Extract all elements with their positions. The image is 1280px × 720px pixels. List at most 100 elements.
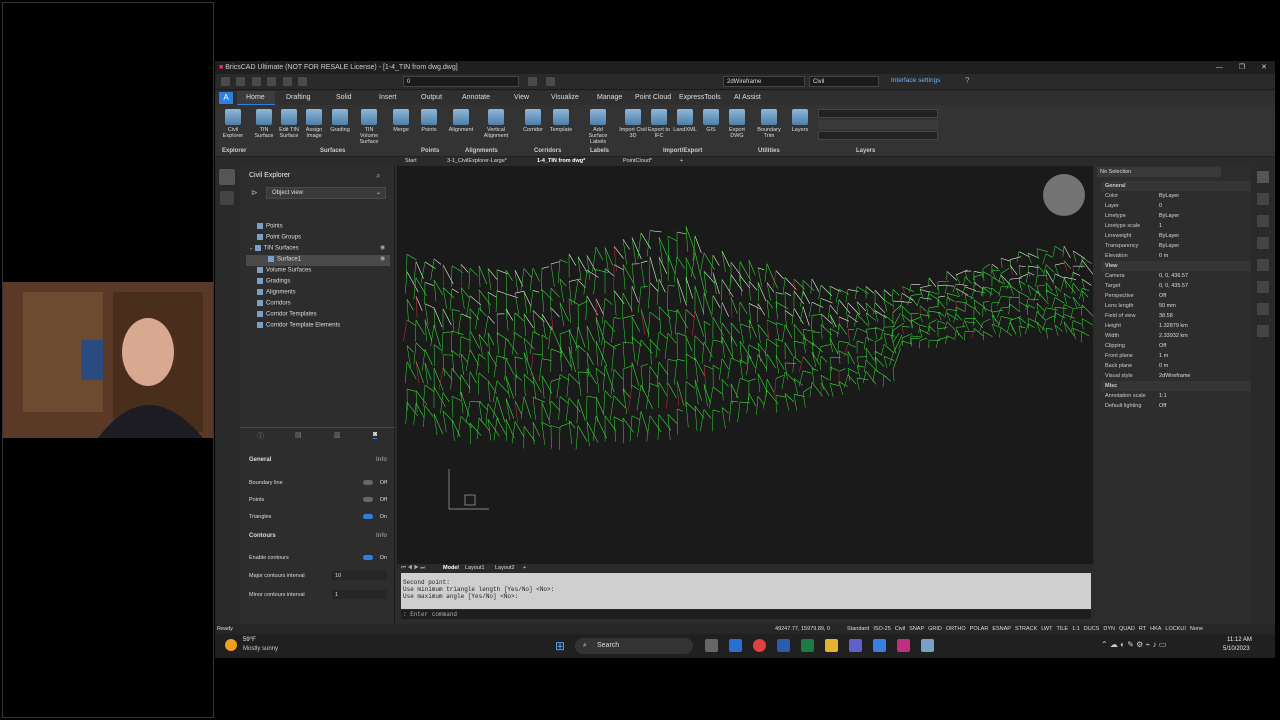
bricscad-icon[interactable] (873, 639, 886, 652)
tree-item-tin-surfaces[interactable]: ⌄ TIN Surfaces (249, 245, 299, 252)
alignment-button[interactable]: Alignment (447, 109, 475, 133)
tab-output[interactable]: Output (421, 91, 442, 105)
status-toggle[interactable]: SNAP (909, 626, 924, 632)
minimize-icon[interactable]: — (1216, 61, 1223, 74)
property-value[interactable]: ByLayer (1159, 241, 1179, 251)
workspace-combo[interactable]: Civil (809, 76, 879, 87)
status-toggle[interactable]: ESNAP (992, 626, 1011, 632)
tree-item-points[interactable]: Points (257, 223, 283, 230)
properties-panel-icon[interactable] (1257, 171, 1269, 183)
status-toggle[interactable]: DUCS (1084, 626, 1100, 632)
display-tab-icon[interactable]: ◙ (373, 431, 378, 439)
major-interval-input[interactable]: 10 (332, 571, 387, 580)
status-toggle[interactable]: LWT (1041, 626, 1052, 632)
status-toggle[interactable]: LOCKUI (1165, 626, 1185, 632)
property-value[interactable]: 1 (1159, 221, 1162, 231)
property-value[interactable]: 1 m (1159, 351, 1168, 361)
undo-icon[interactable] (282, 77, 292, 86)
status-toggle[interactable]: POLAR (970, 626, 989, 632)
points-button[interactable]: Points (415, 109, 443, 133)
layout-nav-icons[interactable]: ⏮ ◀ ▶ ⏭ (401, 564, 425, 573)
layer-state-dropdown[interactable] (818, 131, 938, 140)
tab-annotate[interactable]: Annotate (462, 91, 490, 105)
chrome-icon[interactable] (753, 639, 766, 652)
tab-point-cloud[interactable]: Point Cloud (635, 91, 671, 105)
boundary-trim-button[interactable]: Boundary Trim (755, 109, 783, 139)
status-toggle[interactable]: Civil (895, 626, 905, 632)
minor-interval-input[interactable]: 1 (332, 590, 387, 599)
task-view-icon[interactable] (705, 639, 718, 652)
civil-explorer-button[interactable]: Civil Explorer (219, 109, 247, 139)
triangles-toggle[interactable] (363, 514, 373, 519)
property-value[interactable]: Off (1159, 401, 1166, 411)
assign-image-button[interactable]: Assign Image (300, 109, 328, 139)
template-button[interactable]: Template (547, 109, 575, 133)
grading-button[interactable]: Grading (326, 109, 354, 133)
merge-button[interactable]: Merge (387, 109, 415, 133)
tree-item-corridors[interactable]: Corridors (257, 300, 291, 307)
tree-item-point-groups[interactable]: Point Groups (257, 234, 301, 241)
close-icon[interactable]: ✕ (1261, 61, 1267, 74)
layer-combo[interactable]: 0 (403, 76, 519, 87)
gis-button[interactable]: GIS (697, 109, 725, 133)
add-layout-icon[interactable]: + (523, 564, 526, 573)
layout-tab-model[interactable]: Model (443, 564, 459, 573)
layer-tool-row[interactable] (818, 120, 938, 129)
layers-button[interactable]: Layers (786, 109, 814, 133)
property-value[interactable]: 2dWireframe (1159, 371, 1190, 381)
file-explorer-icon[interactable] (825, 639, 838, 652)
panel-toggle-icon[interactable] (220, 191, 234, 205)
windows-start-icon[interactable]: ⊞ (555, 639, 565, 653)
search-icon[interactable]: ⌕ (376, 171, 380, 181)
visibility-eye-icon[interactable]: ◉ (380, 255, 385, 262)
tab-drafting[interactable]: Drafting (286, 91, 311, 105)
word-icon[interactable] (777, 639, 790, 652)
doc-tab-civil-explorer-large[interactable]: 3-1_CivilExplorer-Large* (447, 157, 507, 166)
enable-contours-toggle[interactable] (363, 555, 373, 560)
tab-home[interactable]: Home (246, 91, 265, 105)
property-value[interactable]: 0, 0, 436.57 (1159, 271, 1188, 281)
property-value[interactable]: 2.33932 km (1159, 331, 1188, 341)
navigation-cube[interactable] (1043, 174, 1085, 216)
tab-expresstools[interactable]: ExpressTools (679, 91, 721, 105)
save-icon[interactable] (251, 77, 261, 86)
status-toggle[interactable]: HKA (1150, 626, 1161, 632)
layout-tab-layout1[interactable]: Layout1 (465, 564, 485, 573)
snap-icon[interactable] (528, 77, 537, 86)
property-row[interactable]: General (1101, 181, 1251, 191)
property-value[interactable]: 1:1 (1159, 391, 1167, 401)
document-tab-icon[interactable]: ▤ (295, 431, 302, 439)
app-menu-button[interactable]: A (219, 92, 233, 104)
property-value[interactable]: 0 (1159, 201, 1162, 211)
tree-item-alignments[interactable]: Alignments (257, 289, 296, 296)
landxml-button[interactable]: LandXML (671, 109, 699, 133)
visual-style-combo[interactable]: 2dWireframe (723, 76, 805, 87)
status-toggle[interactable]: QUAD (1119, 626, 1135, 632)
command-input[interactable]: : Enter command (401, 610, 1091, 619)
doc-tab-start[interactable]: Start (405, 157, 417, 166)
property-value[interactable]: ByLayer (1159, 191, 1179, 201)
status-toggle[interactable]: Standard (847, 626, 869, 632)
property-value[interactable]: 50 mm (1159, 301, 1176, 311)
layer-dropdown[interactable] (818, 109, 938, 118)
filter-icon[interactable]: ⊳ (251, 188, 258, 197)
tree-item-surface1[interactable]: Surface1 (268, 256, 301, 263)
property-value[interactable]: ByLayer (1159, 211, 1179, 221)
interface-settings-link[interactable]: Interface settings (891, 77, 941, 84)
tab-solid[interactable]: Solid (336, 91, 352, 105)
property-value[interactable]: 1.32879 km (1159, 321, 1188, 331)
new-file-icon[interactable] (221, 77, 230, 86)
excel-icon[interactable] (801, 639, 814, 652)
property-value[interactable]: 0 m (1159, 251, 1168, 261)
property-row[interactable]: Misc (1101, 381, 1251, 391)
status-toggle[interactable]: DYN (1103, 626, 1115, 632)
chart-tab-icon[interactable]: ▥ (334, 431, 341, 439)
lightbulb-icon[interactable] (1257, 259, 1269, 271)
points-toggle[interactable] (363, 497, 373, 502)
help-icon[interactable]: ? (965, 76, 969, 85)
settings-sliders-icon[interactable] (1257, 193, 1269, 205)
outlook-icon[interactable] (729, 639, 742, 652)
edit-tin-surface-button[interactable]: Edit TIN Surface (275, 109, 303, 139)
property-value[interactable]: 38.58 (1159, 311, 1173, 321)
tin-surface-button[interactable]: TIN Surface (250, 109, 278, 139)
